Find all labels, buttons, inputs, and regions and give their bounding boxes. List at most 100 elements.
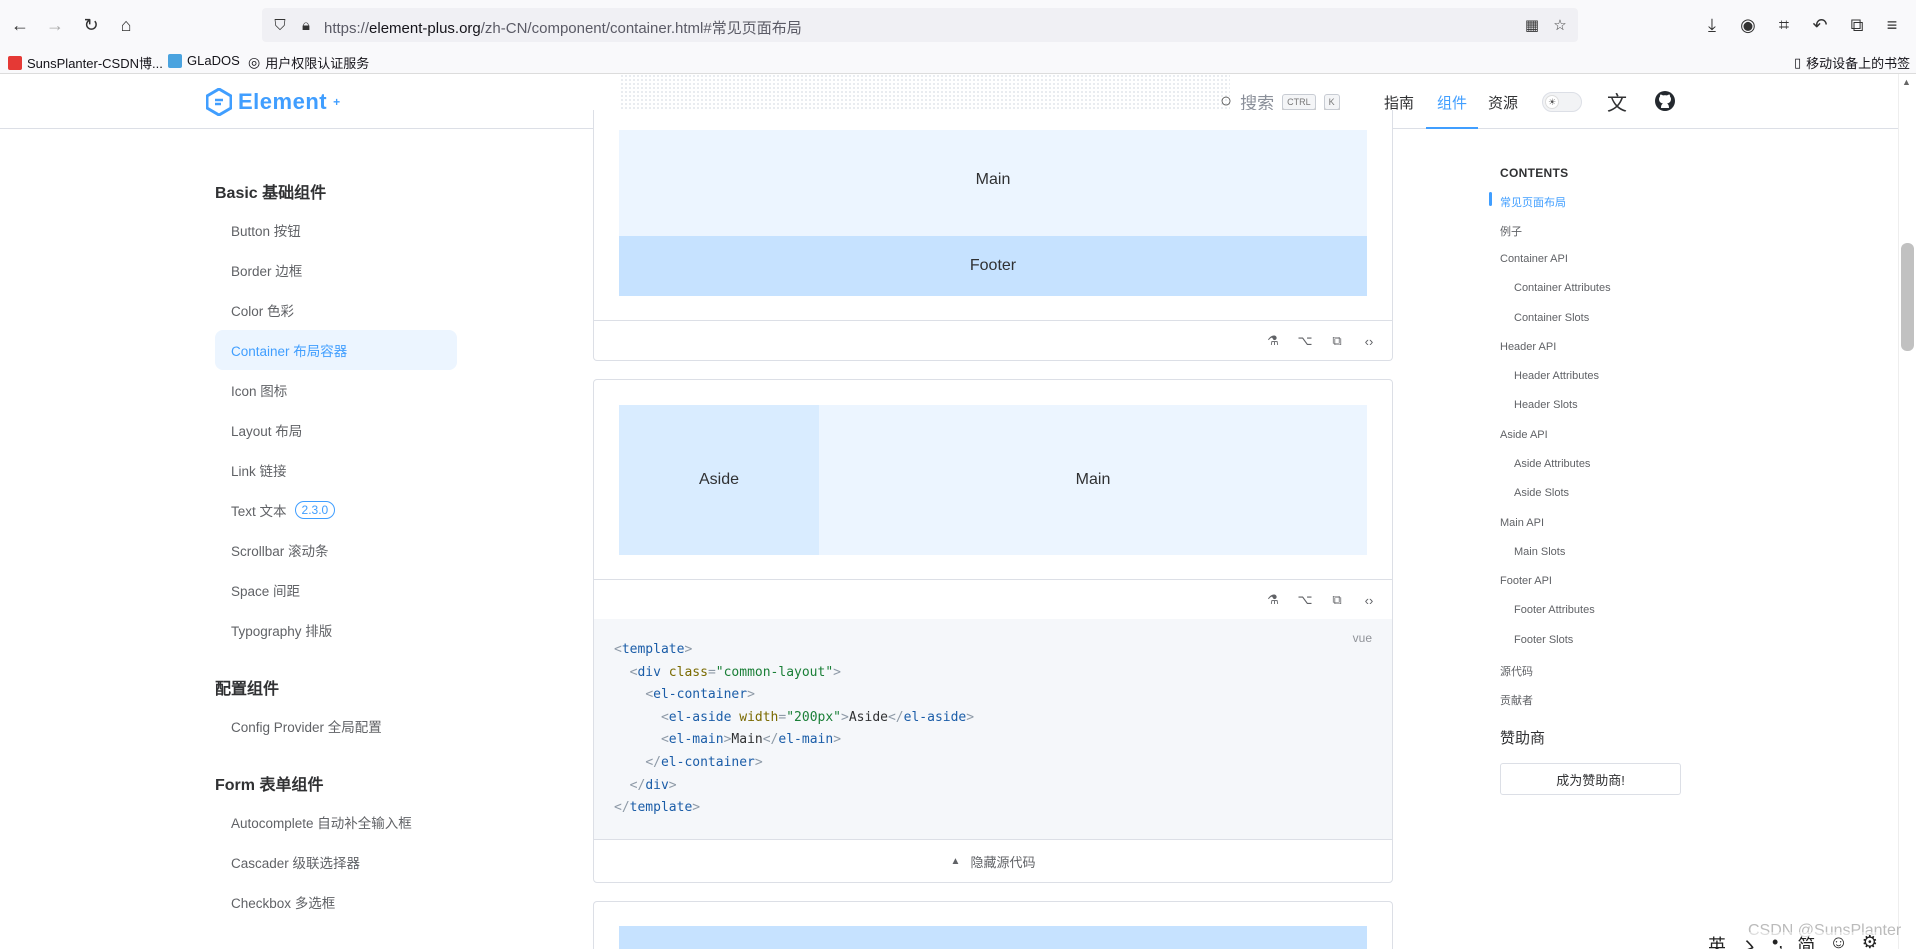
toc-item[interactable]: Footer API	[1500, 575, 1552, 587]
sidebar-item-layout[interactable]: Layout 布局	[215, 410, 457, 450]
toc-item[interactable]: Footer Slots	[1514, 634, 1573, 646]
layout-aside-block: Aside	[619, 405, 819, 555]
toc-item[interactable]: 源代码	[1500, 663, 1533, 679]
toc-item[interactable]: Header Slots	[1514, 399, 1578, 411]
extensions-icon[interactable]: ⧉	[1845, 13, 1869, 37]
layout-footer-block: Footer	[619, 236, 1367, 296]
nav-component[interactable]: 组件	[1437, 92, 1467, 113]
code-line: </el-container>	[645, 754, 763, 770]
toc-item[interactable]: Container Attributes	[1514, 282, 1611, 294]
element-logo[interactable]: Element +	[206, 88, 341, 116]
sidebar-item-checkbox[interactable]: Checkbox 多选框	[215, 882, 457, 922]
bookmark-mobile[interactable]: ▯ 移动设备上的书签	[1794, 53, 1910, 72]
ime-lang[interactable]: 英	[1708, 932, 1726, 949]
demo-block-aside-main: Aside Main ⚗ ⌥ ⧉ ‹› vue <template> <div …	[593, 379, 1393, 883]
url-text[interactable]: https://element-plus.org/zh-CN/component…	[324, 17, 802, 38]
forward-icon[interactable]: →	[43, 13, 67, 37]
address-bar[interactable]: ⛉ 🔒︎ https://element-plus.org/zh-CN/comp…	[262, 8, 1578, 42]
history-back-icon[interactable]: ↶	[1808, 13, 1832, 37]
hide-source-button[interactable]: ▲ 隐藏源代码	[594, 839, 1392, 883]
code-line: </template>	[614, 800, 701, 816]
sidebar-item-text[interactable]: Text 文本 2.3.0	[215, 490, 457, 530]
copy-icon[interactable]: ⧉	[1328, 591, 1346, 609]
toc-active-marker	[1489, 192, 1492, 206]
ime-emoji[interactable]: ☺	[1829, 932, 1847, 949]
browser-toolbar: ← → ↻ ⌂ ⛉ 🔒︎ https://element-plus.org/zh…	[0, 0, 1916, 50]
github-logo	[1655, 91, 1675, 111]
sidebar-item-config-provider[interactable]: Config Provider 全局配置	[215, 706, 457, 746]
toc-title: CONTENTS	[1500, 166, 1569, 180]
toc-item[interactable]: 常见页面布局	[1500, 194, 1566, 210]
version-tag: 2.3.0	[294, 501, 336, 519]
nav-resource[interactable]: 资源	[1488, 92, 1518, 113]
toc-item[interactable]: Container API	[1500, 253, 1568, 265]
toc-item[interactable]: Aside API	[1500, 429, 1548, 441]
sidebar-item-border[interactable]: Border 边框	[215, 250, 457, 290]
ime-punct[interactable]: ゝ	[1740, 932, 1758, 949]
sidebar-item-link[interactable]: Link 链接	[215, 450, 457, 490]
home-icon[interactable]: ⌂	[114, 13, 138, 37]
lock-icon[interactable]: 🔒︎	[296, 15, 316, 35]
page-scrollbar[interactable]	[1898, 74, 1916, 949]
ime-settings[interactable]: ⚙	[1862, 932, 1878, 949]
source-code-block[interactable]: vue <template> <div class="common-layout…	[594, 619, 1392, 839]
kbd-ctrl: CTRL	[1282, 93, 1316, 110]
bookmark-glados[interactable]: GLaDOS	[168, 53, 240, 68]
sidebar-item-scrollbar[interactable]: Scrollbar 滚动条	[215, 530, 457, 570]
bookmark-csdn[interactable]: SunsPlanter-CSDN博...	[8, 53, 163, 72]
sidebar-item-typography[interactable]: Typography 排版	[215, 610, 457, 650]
toc-item[interactable]: Main Slots	[1514, 546, 1565, 558]
ime-toolbar[interactable]: 英 ゝ •, 简 ☺ ⚙	[1708, 932, 1878, 949]
sidebar-item-color[interactable]: Color 色彩	[215, 290, 457, 330]
theme-toggle[interactable]: ☀	[1542, 92, 1582, 112]
back-icon[interactable]: ←	[8, 13, 32, 37]
toc-item[interactable]: Main API	[1500, 517, 1544, 529]
toc-item[interactable]: Header Attributes	[1514, 370, 1599, 382]
toc-item[interactable]: 贡献者	[1500, 692, 1533, 708]
playground-icon[interactable]: ⚗	[1264, 332, 1282, 350]
code-line: <div class="common-layout">	[629, 664, 841, 680]
translate-icon[interactable]: 文	[1604, 88, 1630, 115]
bookmark-star-icon[interactable]: ☆	[1550, 15, 1570, 35]
sidebar-item-container[interactable]: Container 布局容器	[215, 330, 457, 370]
kbd-k: K	[1323, 93, 1340, 110]
reload-icon[interactable]: ↻	[79, 13, 103, 37]
ime-simplified[interactable]: 简	[1797, 932, 1815, 949]
scroll-up-icon[interactable]: ▲	[1902, 77, 1911, 87]
copy-icon[interactable]: ⧉	[1328, 332, 1346, 350]
demo-block-next	[593, 901, 1393, 949]
sidebar-item-space[interactable]: Space 间距	[215, 570, 457, 610]
code-line: <el-container>	[645, 687, 755, 703]
toc-item[interactable]: Footer Attributes	[1514, 604, 1595, 616]
shield-icon[interactable]: ⛉	[270, 15, 290, 35]
downloads-icon[interactable]: ⤓	[1700, 13, 1724, 37]
sidebar-item-cascader[interactable]: Cascader 级联选择器	[215, 842, 457, 882]
toc-item[interactable]: Aside Slots	[1514, 487, 1569, 499]
playground-icon[interactable]: ⚗	[1264, 591, 1282, 609]
bookmark-auth-service[interactable]: ◎ 用户权限认证服务	[248, 53, 369, 72]
sidebar-item-autocomplete[interactable]: Autocomplete 自动补全输入框	[215, 802, 457, 842]
menu-icon[interactable]: ≡	[1880, 13, 1904, 37]
element-logo-icon	[206, 88, 232, 116]
account-icon[interactable]: ◉	[1736, 13, 1760, 37]
ime-mode[interactable]: •,	[1772, 932, 1783, 949]
layout-main-block: Main	[819, 405, 1367, 555]
become-sponsor-button[interactable]: 成为赞助商!	[1500, 763, 1681, 795]
sidebar-item-icon[interactable]: Icon 图标	[215, 370, 457, 410]
code-toggle-icon[interactable]: ‹›	[1360, 332, 1378, 350]
toc-item[interactable]: Aside Attributes	[1514, 458, 1590, 470]
github-edit-icon[interactable]: ⌥	[1296, 591, 1314, 609]
group-title-basic: Basic 基础组件	[215, 185, 327, 202]
toc-item[interactable]: Header API	[1500, 341, 1556, 353]
github-icon[interactable]	[1652, 88, 1678, 114]
github-edit-icon[interactable]: ⌥	[1296, 332, 1314, 350]
sidebar-item-button[interactable]: Button 按钮	[215, 210, 457, 250]
toc-item[interactable]: Container Slots	[1514, 312, 1589, 324]
screenshot-icon[interactable]: ⌗	[1772, 13, 1796, 37]
qr-code-icon[interactable]: ▦	[1522, 15, 1542, 35]
toc-item[interactable]: 例子	[1500, 223, 1522, 239]
globe-icon: ◎	[248, 54, 261, 70]
scrollbar-thumb[interactable]	[1901, 243, 1914, 351]
code-toggle-icon[interactable]: ‹›	[1360, 591, 1378, 609]
nav-active-indicator	[1426, 127, 1478, 129]
